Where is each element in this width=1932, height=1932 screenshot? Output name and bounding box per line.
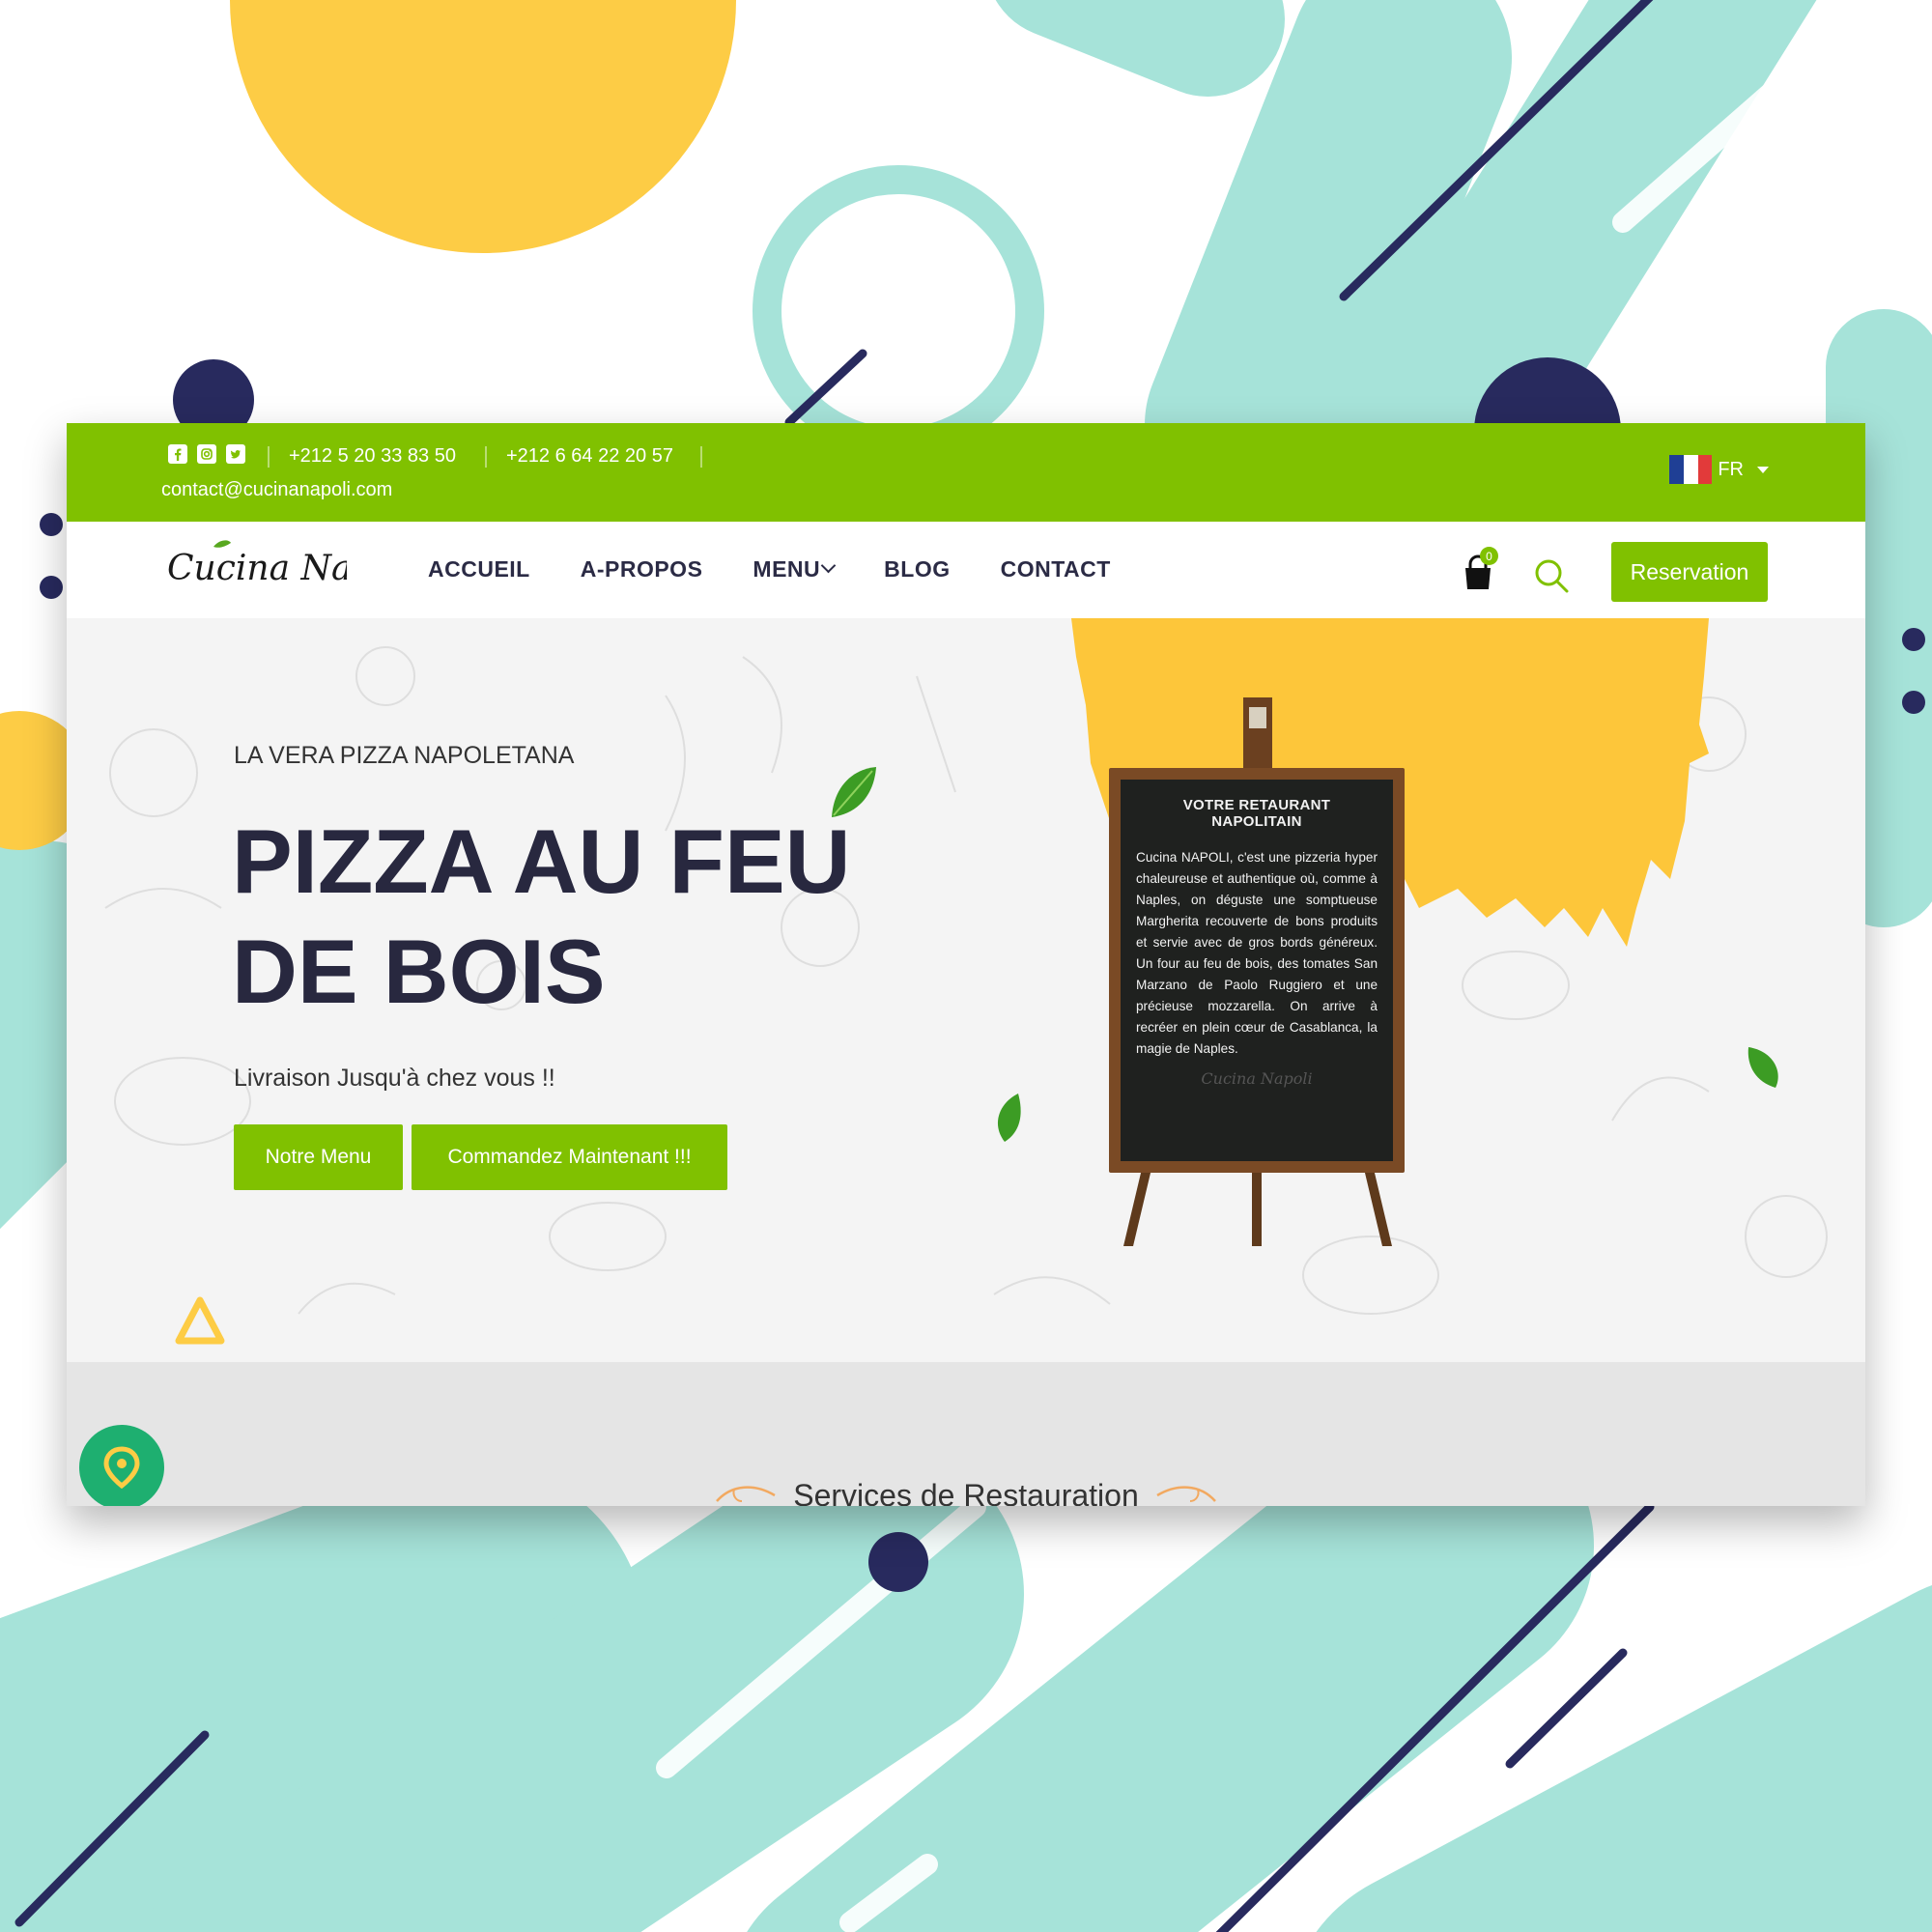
phone-number-2[interactable]: +212 6 64 22 20 57 xyxy=(506,444,673,468)
location-pin-icon xyxy=(103,1446,140,1490)
facebook-icon[interactable] xyxy=(168,444,187,464)
nav-item-accueil[interactable]: ACCUEIL xyxy=(428,556,530,582)
france-flag-icon xyxy=(1669,455,1713,484)
social-links xyxy=(168,444,245,464)
chalkboard-text: Cucina NAPOLI, c'est une pizzeria hyper … xyxy=(1136,850,1378,1056)
chevron-down-icon xyxy=(820,557,837,574)
nav-item-blog[interactable]: BLOG xyxy=(884,556,950,582)
nav-item-a-propos[interactable]: A-PROPOS xyxy=(581,556,703,582)
chalkboard-signature: Cucina Napoli xyxy=(1201,1069,1313,1088)
reservation-button[interactable]: Reservation xyxy=(1611,542,1768,602)
email-link[interactable]: contact@cucinanapoli.com xyxy=(161,478,392,501)
services-title: Services de Restauration xyxy=(793,1478,1139,1506)
triangle-icon xyxy=(175,1296,225,1345)
phone-number-1[interactable]: +212 5 20 33 83 50 xyxy=(289,444,456,468)
ornament-right-icon xyxy=(1156,1486,1216,1502)
search-icon[interactable] xyxy=(1532,556,1571,595)
instagram-icon[interactable] xyxy=(197,444,216,464)
language-code: FR xyxy=(1718,458,1744,480)
nav-item-menu[interactable]: MENU xyxy=(753,556,837,582)
chalkboard: VOTRE RETAURANT NAPOLITAIN Cucina NAPOLI… xyxy=(1121,780,1393,1161)
easel-stand xyxy=(1123,697,1392,1246)
top-bar: +212 5 20 33 83 50 +212 6 64 22 20 57 co… xyxy=(67,423,1865,522)
main-navigation: Cucina Napoli ACCUEIL A-PROPOS MENU BLOG… xyxy=(67,522,1865,618)
chalkboard-title: VOTRE RETAURANT NAPOLITAIN xyxy=(1182,797,1331,830)
nav-links: ACCUEIL A-PROPOS MENU BLOG CONTACT xyxy=(428,556,1161,582)
caret-down-icon xyxy=(1757,466,1769,473)
cart-count-badge: 0 xyxy=(1480,547,1498,565)
services-section: Services de Restauration xyxy=(67,1362,1865,1506)
location-button[interactable] xyxy=(79,1425,164,1506)
logo[interactable]: Cucina Napoli xyxy=(163,533,347,601)
website-screenshot: +212 5 20 33 83 50 +212 6 64 22 20 57 co… xyxy=(67,423,1865,1506)
twitter-icon[interactable] xyxy=(226,444,245,464)
hero-section: LA VERA PIZZA NAPOLETANA PIZZA AU FEU DE… xyxy=(67,618,1865,1362)
svg-text:Cucina Napoli: Cucina Napoli xyxy=(167,549,347,588)
language-selector[interactable]: FR xyxy=(1669,455,1769,484)
nav-item-contact[interactable]: CONTACT xyxy=(1001,556,1111,582)
